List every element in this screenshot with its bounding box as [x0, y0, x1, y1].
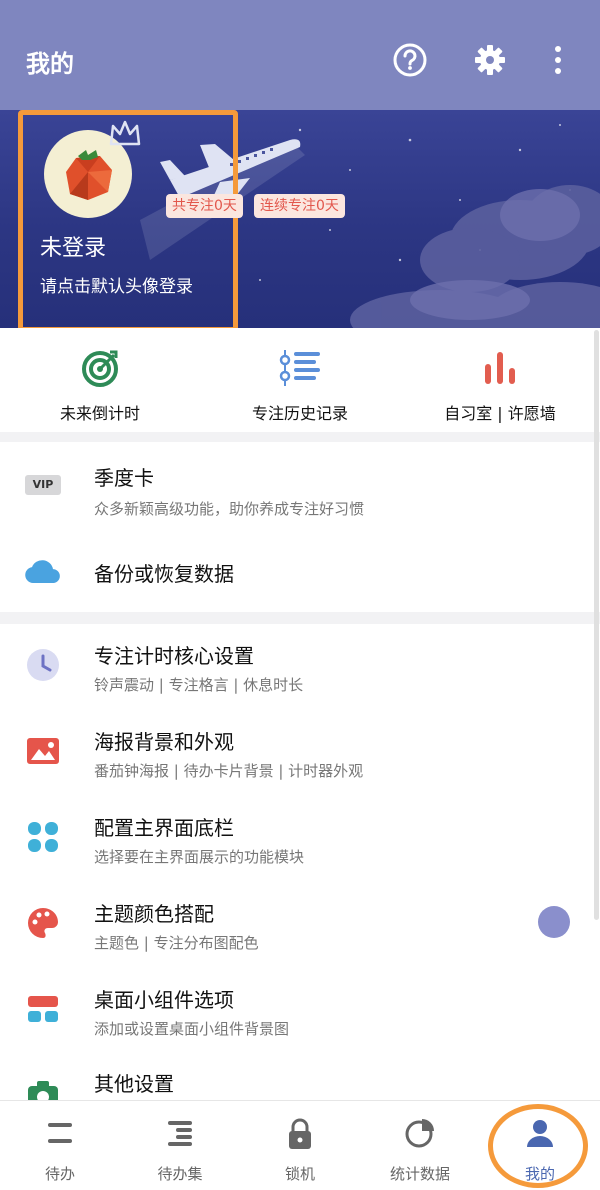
- login-status[interactable]: 未登录: [40, 230, 106, 262]
- theme-subtitle: 主题色 | 专注分布图配色: [94, 934, 259, 952]
- grid-icon: [28, 822, 58, 852]
- page-title: 我的: [26, 50, 74, 78]
- nav-todo-label: 待办: [44, 1165, 75, 1183]
- timer-settings-item[interactable]: 专注计时核心设置 铃声震动 | 专注格言 | 休息时长: [0, 624, 600, 710]
- vip-title: 季度卡: [94, 466, 154, 490]
- other-settings-item[interactable]: 其他设置: [0, 1054, 600, 1100]
- nav-todo[interactable]: 待办: [0, 1101, 120, 1190]
- lock-icon: [289, 1118, 311, 1149]
- widget-icon: [28, 996, 58, 1022]
- backup-item[interactable]: 备份或恢复数据: [0, 532, 600, 612]
- todo-collection-icon: [168, 1121, 192, 1146]
- cloud-icon: [25, 560, 60, 583]
- top-app-bar: 我的: [0, 0, 600, 110]
- floating-assist-button[interactable]: [538, 906, 570, 938]
- study-room-button[interactable]: 自习室 | 许愿墙: [400, 328, 600, 432]
- tomato-icon: [66, 150, 112, 200]
- other-settings-title: 其他设置: [94, 1072, 174, 1096]
- profile-banner: 未登录 请点击默认头像登录 共专注0天 连续专注0天: [0, 110, 600, 328]
- nav-lock[interactable]: 锁机: [240, 1101, 360, 1190]
- study-room-label: 自习室 | 许愿墙: [444, 404, 556, 423]
- pie-chart-icon: [405, 1119, 434, 1148]
- camera-icon: [28, 1081, 58, 1100]
- poster-subtitle: 番茄钟海报 | 待办卡片背景 | 计时器外观: [94, 762, 364, 780]
- layout-title: 配置主界面底栏: [94, 816, 234, 840]
- layout-subtitle: 选择要在主界面展示的功能模块: [94, 848, 305, 866]
- help-icon[interactable]: [390, 40, 430, 80]
- settings-icon[interactable]: [470, 40, 510, 80]
- countdown-button[interactable]: 未来倒计时: [0, 328, 200, 432]
- nav-todo-collection[interactable]: 待办集: [120, 1101, 240, 1190]
- total-focus-badge: 共专注0天: [166, 194, 243, 218]
- palette-icon: [28, 908, 58, 938]
- todo-icon: [48, 1123, 72, 1143]
- bar-chart-icon: [485, 352, 515, 384]
- poster-title: 海报背景和外观: [94, 730, 234, 754]
- timer-settings-subtitle: 铃声震动 | 专注格言 | 休息时长: [94, 676, 304, 694]
- widget-title: 桌面小组件选项: [94, 988, 234, 1012]
- divider: [0, 432, 600, 442]
- quick-actions: 未来倒计时 专注历史记录 自习室 | 许愿墙: [0, 328, 600, 432]
- widget-item[interactable]: 桌面小组件选项 添加或设置桌面小组件背景图: [0, 968, 600, 1054]
- focus-history-label: 专注历史记录: [251, 404, 348, 423]
- backup-title: 备份或恢复数据: [94, 562, 234, 586]
- list-icon: [279, 350, 320, 386]
- nav-statistics-label: 统计数据: [389, 1165, 450, 1183]
- vip-card-item[interactable]: VIP 季度卡 众多新颖高级功能，助你养成专注好习惯: [0, 442, 600, 532]
- nav-todo-collection-label: 待办集: [157, 1165, 203, 1183]
- divider: [0, 612, 600, 624]
- timer-settings-title: 专注计时核心设置: [94, 644, 254, 668]
- vip-icon: VIP: [25, 475, 61, 495]
- countdown-label: 未来倒计时: [59, 404, 140, 423]
- streak-badge: 连续专注0天: [254, 194, 345, 218]
- focus-history-button[interactable]: 专注历史记录: [200, 328, 400, 432]
- scrollbar[interactable]: [594, 330, 599, 920]
- vip-subtitle: 众多新颖高级功能，助你养成专注好习惯: [94, 500, 365, 518]
- widget-subtitle: 添加或设置桌面小组件背景图: [94, 1020, 290, 1038]
- poster-item[interactable]: 海报背景和外观 番茄钟海报 | 待办卡片背景 | 计时器外观: [0, 710, 600, 796]
- layout-item[interactable]: 配置主界面底栏 选择要在主界面展示的功能模块: [0, 796, 600, 882]
- login-hint: 请点击默认头像登录: [40, 277, 193, 297]
- more-icon[interactable]: [538, 40, 578, 80]
- image-icon: [27, 738, 59, 764]
- nav-lock-label: 锁机: [284, 1165, 315, 1183]
- nav-statistics[interactable]: 统计数据: [360, 1101, 480, 1190]
- nav-highlight-circle: [488, 1104, 588, 1188]
- crown-icon: [109, 120, 141, 146]
- target-icon: [82, 350, 118, 387]
- theme-item[interactable]: 主题颜色搭配 主题色 | 专注分布图配色: [0, 882, 600, 968]
- clock-icon: [27, 649, 59, 681]
- theme-title: 主题颜色搭配: [94, 902, 214, 926]
